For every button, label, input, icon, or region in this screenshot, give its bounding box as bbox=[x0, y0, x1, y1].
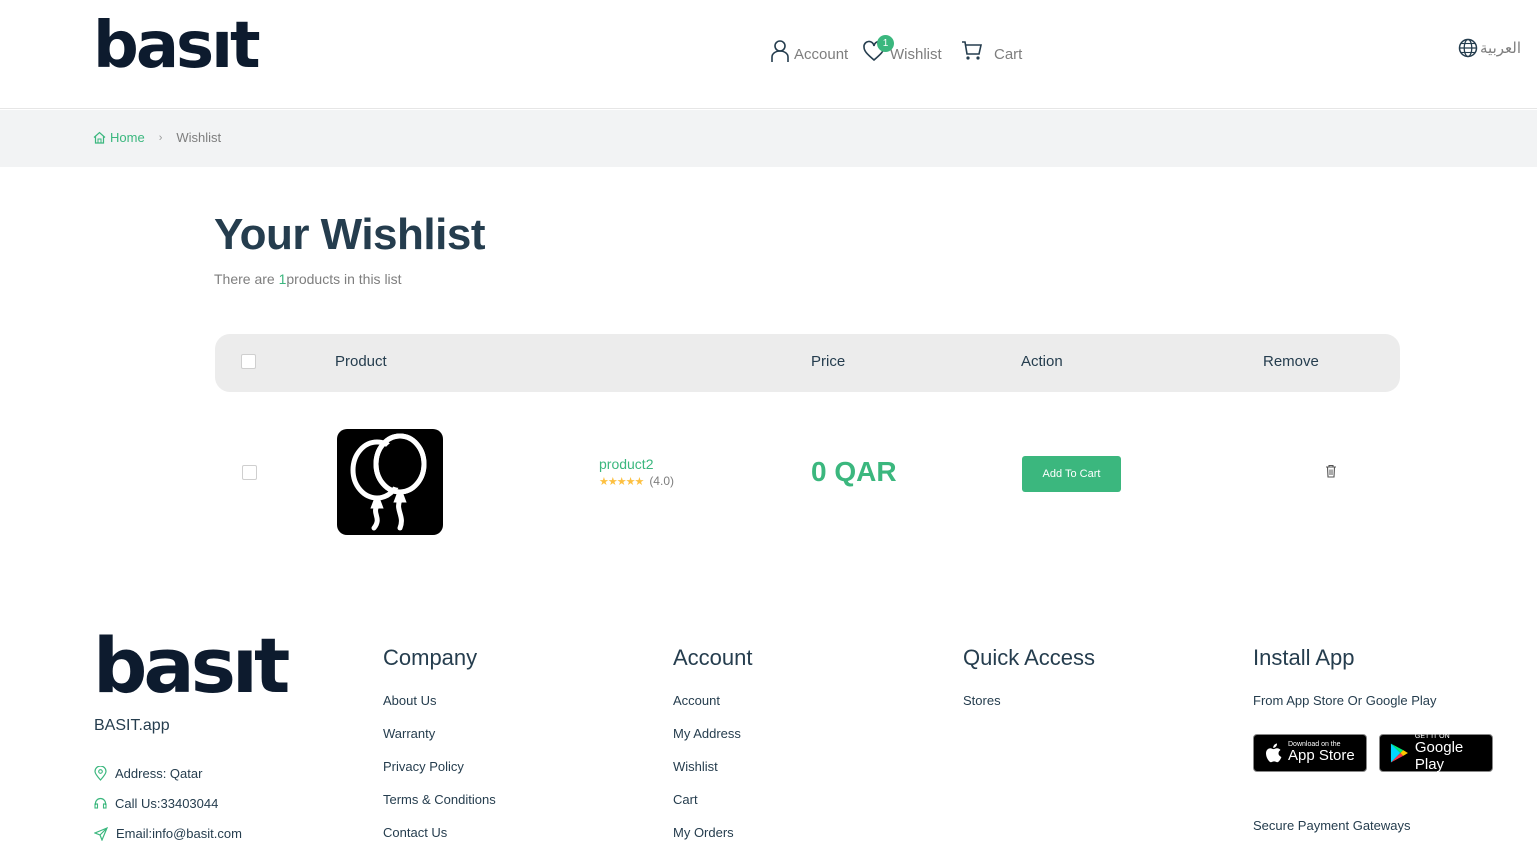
home-icon bbox=[93, 131, 106, 144]
footer-link-contact-us[interactable]: Contact Us bbox=[383, 825, 496, 855]
nav-account[interactable]: Account bbox=[770, 36, 848, 66]
header-product: Product bbox=[335, 353, 387, 370]
footer-account-column: Account Account My Address Wishlist Cart… bbox=[673, 645, 753, 855]
footer-company-column: Company About Us Warranty Privacy Policy… bbox=[383, 645, 496, 855]
location-pin-icon bbox=[94, 766, 107, 781]
footer-install-title: Install App bbox=[1253, 645, 1355, 670]
footer-email: Email:info@basit.com bbox=[94, 826, 242, 841]
wishlist-count-badge: 1 bbox=[877, 35, 894, 52]
footer-address: Address: Qatar bbox=[94, 766, 202, 781]
google-play-big-text: Google Play bbox=[1414, 739, 1464, 773]
site-logo[interactable]: basıt bbox=[93, 14, 261, 78]
app-store-big-text: App Store bbox=[1288, 747, 1355, 765]
product-name-link[interactable]: product2 bbox=[599, 456, 653, 472]
footer-link-terms[interactable]: Terms & Conditions bbox=[383, 792, 496, 825]
site-header: basıt Account 1 Wishlist Cart العربية bbox=[0, 0, 1537, 109]
wishlist-subtitle: There are 1products in this list bbox=[214, 271, 402, 287]
app-store-button[interactable]: Download on the App Store bbox=[1253, 734, 1367, 772]
nav-wishlist[interactable]: 1 Wishlist bbox=[862, 35, 942, 66]
language-switcher[interactable]: العربية bbox=[1458, 38, 1521, 58]
breadcrumb: Home › Wishlist bbox=[93, 130, 221, 145]
page-title: Your Wishlist bbox=[214, 210, 485, 259]
footer-link-my-orders[interactable]: My Orders bbox=[673, 825, 753, 855]
add-to-cart-button[interactable]: Add To Cart bbox=[1022, 456, 1121, 492]
breadcrumb-bar: Home › Wishlist bbox=[0, 110, 1537, 167]
footer-link-wishlist[interactable]: Wishlist bbox=[673, 759, 753, 792]
google-play-icon bbox=[1390, 743, 1408, 763]
footer-phone: Call Us:33403044 bbox=[94, 796, 218, 811]
footer-logo[interactable]: basıt bbox=[93, 628, 290, 704]
product-rating: ★★★★★ (4.0) bbox=[599, 474, 674, 488]
cart-icon bbox=[962, 41, 982, 60]
language-label: العربية bbox=[1480, 40, 1521, 57]
globe-icon bbox=[1458, 38, 1478, 58]
balloons-icon bbox=[350, 433, 427, 531]
footer-link-about-us[interactable]: About Us bbox=[383, 693, 496, 726]
headset-icon bbox=[94, 797, 107, 809]
breadcrumb-home[interactable]: Home bbox=[93, 130, 145, 145]
footer-quick-access-column: Quick Access Stores bbox=[963, 645, 1095, 726]
header-remove: Remove bbox=[1263, 353, 1319, 370]
nav-cart-label: Cart bbox=[994, 45, 1023, 63]
footer-link-stores[interactable]: Stores bbox=[963, 693, 1095, 726]
secure-payment-text: Secure Payment Gateways bbox=[1253, 818, 1411, 833]
row-select-checkbox[interactable] bbox=[242, 465, 257, 480]
table-row: product2 ★★★★★ (4.0) 0 QAR Add To Cart bbox=[215, 420, 1400, 545]
footer-account-title: Account bbox=[673, 645, 753, 670]
subtitle-suffix: products in this list bbox=[286, 271, 402, 287]
breadcrumb-separator: › bbox=[158, 131, 163, 144]
footer-link-account[interactable]: Account bbox=[673, 693, 753, 726]
header-price: Price bbox=[811, 353, 846, 370]
user-icon bbox=[771, 40, 789, 62]
product-image[interactable] bbox=[337, 429, 443, 535]
footer-quick-access-title: Quick Access bbox=[963, 645, 1096, 670]
footer-email-text[interactable]: Email:info@basit.com bbox=[116, 826, 242, 841]
send-icon bbox=[94, 826, 108, 841]
footer-install-column: Install App From App Store Or Google Pla… bbox=[1253, 645, 1437, 708]
rating-value: (4.0) bbox=[649, 474, 674, 488]
footer-address-text: Address: Qatar bbox=[115, 766, 203, 781]
footer-company-title: Company bbox=[383, 645, 478, 670]
product-price: 0 QAR bbox=[811, 456, 897, 487]
google-play-button[interactable]: GET IT ON Google Play bbox=[1379, 733, 1493, 773]
nav-wishlist-label: Wishlist bbox=[890, 46, 942, 63]
rating-stars: ★★★★★ bbox=[599, 475, 644, 488]
wishlist-table-header: Product Price Action Remove bbox=[215, 334, 1400, 392]
apple-icon bbox=[1266, 743, 1282, 763]
footer-phone-text: Call Us:33403044 bbox=[115, 796, 219, 811]
select-all-checkbox[interactable] bbox=[241, 354, 256, 369]
footer-link-cart[interactable]: Cart bbox=[673, 792, 753, 825]
nav-cart[interactable]: Cart bbox=[960, 36, 1022, 66]
footer-app-name: BASIT.app bbox=[94, 717, 170, 734]
breadcrumb-home-label: Home bbox=[110, 130, 145, 145]
subtitle-prefix: There are bbox=[214, 271, 279, 287]
footer-link-warranty[interactable]: Warranty bbox=[383, 726, 496, 759]
footer-install-text: From App Store Or Google Play bbox=[1253, 693, 1437, 708]
trash-icon[interactable] bbox=[1325, 464, 1337, 483]
header-action: Action bbox=[1021, 353, 1063, 370]
store-buttons: Download on the App Store GET IT ON Goog… bbox=[1253, 733, 1493, 773]
nav-account-label: Account bbox=[794, 45, 849, 63]
footer-link-privacy-policy[interactable]: Privacy Policy bbox=[383, 759, 496, 792]
footer-link-my-address[interactable]: My Address bbox=[673, 726, 753, 759]
breadcrumb-current: Wishlist bbox=[176, 130, 222, 145]
